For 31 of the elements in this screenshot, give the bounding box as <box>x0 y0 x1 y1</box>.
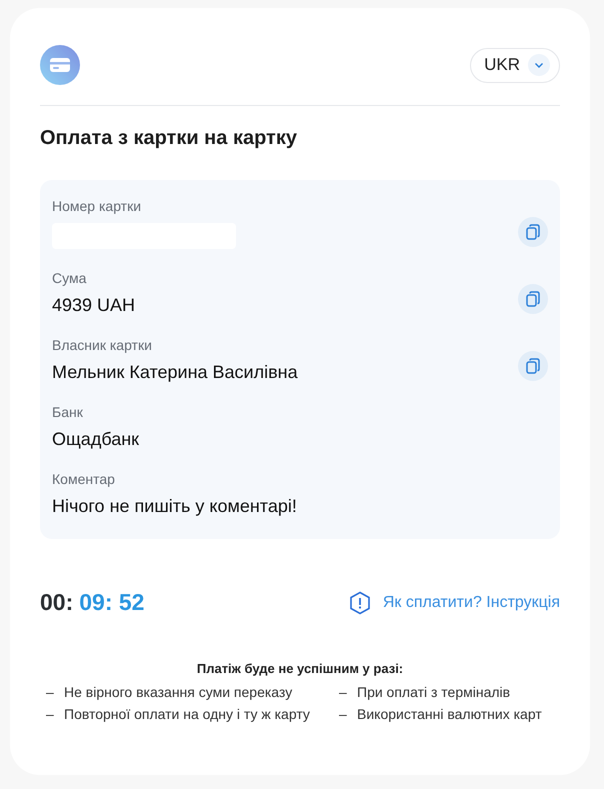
dash-marker: – <box>46 706 54 722</box>
chevron-down-icon <box>528 54 550 76</box>
dash-marker: – <box>339 706 347 722</box>
copy-icon <box>526 224 540 240</box>
warning-hexagon-icon <box>348 590 371 614</box>
condition-text: Повторної оплати на одну і ту ж карту <box>64 706 310 722</box>
language-dropdown[interactable]: UKR <box>470 48 560 82</box>
copy-button[interactable] <box>518 351 548 381</box>
field-value: Ощадбанк <box>52 429 140 450</box>
timer-digits: 00: <box>40 589 74 616</box>
copy-button[interactable] <box>518 217 548 247</box>
condition-text: При оплаті з терміналів <box>357 684 510 700</box>
timer-digits: 09: 52 <box>79 589 144 616</box>
dash-marker: – <box>339 684 347 700</box>
copy-button[interactable] <box>518 284 548 314</box>
condition-text: Використанні валютних карт <box>357 706 542 722</box>
field-value: Нічого не пишіть у коментарі! <box>52 496 297 517</box>
copy-icon <box>526 358 540 374</box>
field-label: Номер картки <box>52 198 142 214</box>
field-label: Сума <box>52 270 88 286</box>
field-value: 4939 UAH <box>52 295 136 316</box>
card-logo-icon <box>40 45 80 85</box>
field-label: Власник картки <box>52 337 153 353</box>
conditions-heading: Платіж буде не успішним у разі: <box>196 661 404 676</box>
page-title: Оплата з картки на картку <box>40 127 298 150</box>
field-label: Банк <box>52 404 84 420</box>
condition-text: Не вірного вказання суми переказу <box>64 684 292 700</box>
copy-icon <box>526 291 540 307</box>
field-label: Коментар <box>52 471 116 487</box>
field-value: Мельник Катерина Василівна <box>52 362 298 383</box>
dash-marker: – <box>46 684 54 700</box>
